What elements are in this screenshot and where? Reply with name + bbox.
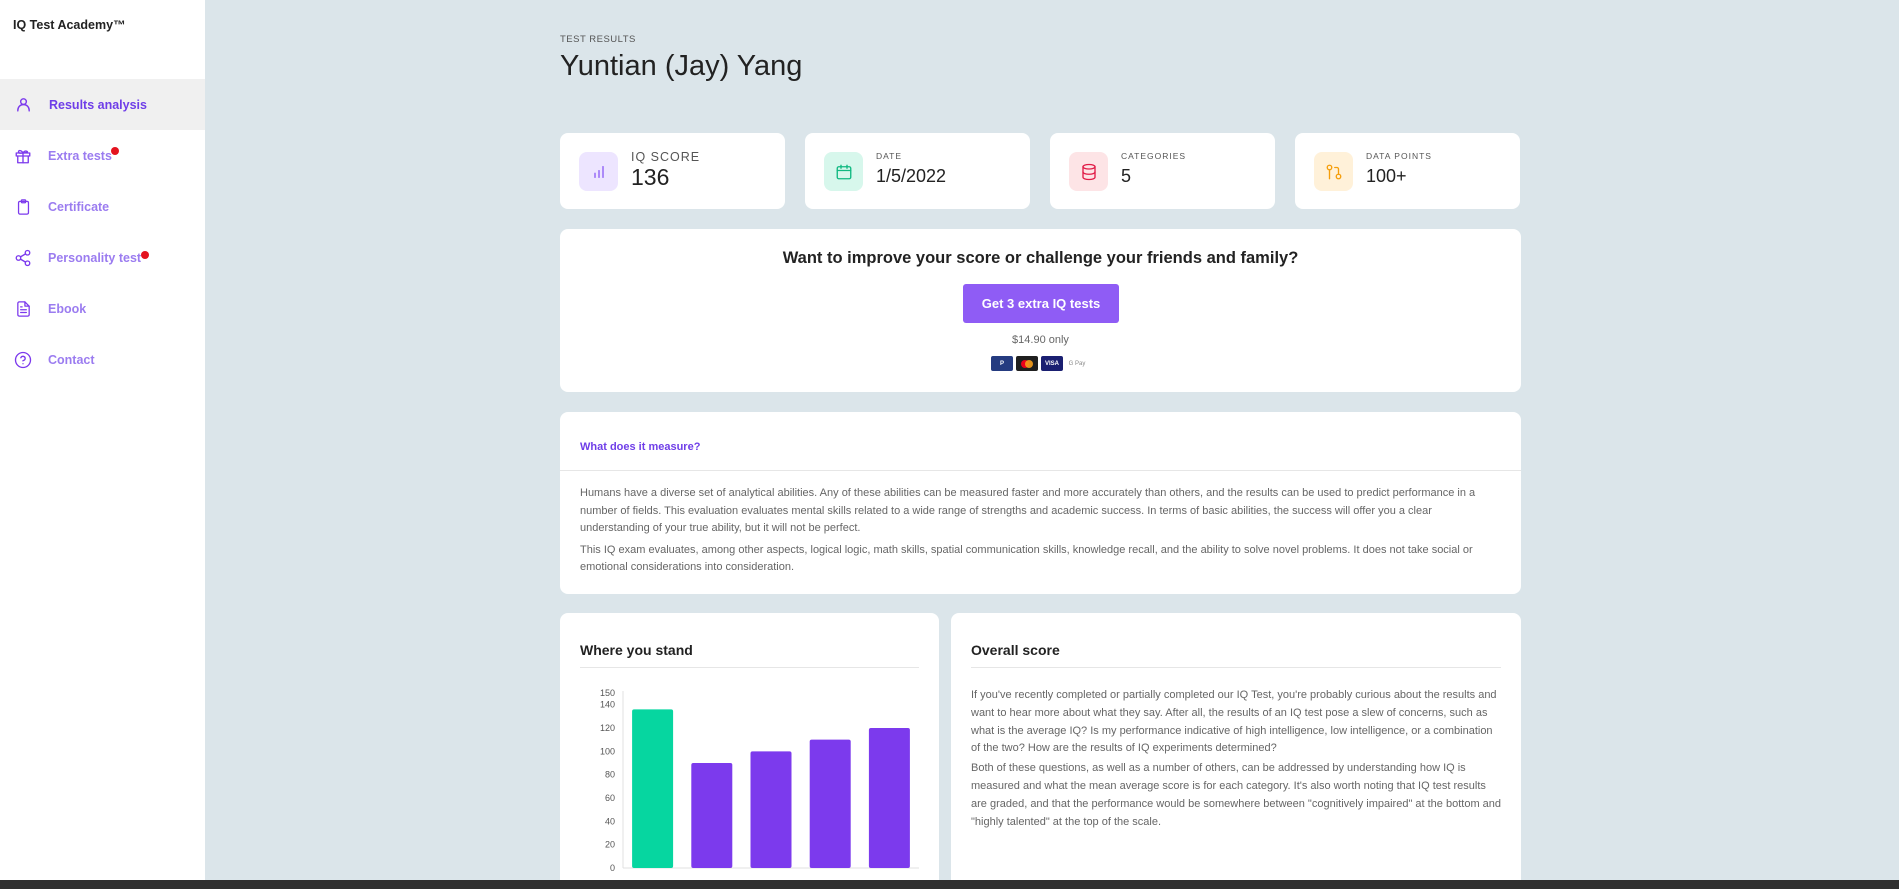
notification-dot bbox=[111, 147, 119, 155]
payment-methods: P VISA G Pay bbox=[991, 356, 1088, 371]
stat-value: 100+ bbox=[1366, 166, 1407, 186]
measure-body: Humans have a diverse set of analytical … bbox=[580, 485, 1501, 577]
paypal-icon: P bbox=[991, 356, 1013, 371]
app-brand: IQ Test Academy™ bbox=[13, 18, 126, 32]
divider bbox=[971, 667, 1501, 668]
stat-card-iq-score: IQ SCORE 136 bbox=[560, 133, 785, 209]
sidebar-item-certificate[interactable]: Certificate bbox=[0, 181, 205, 232]
section-title: Overall score bbox=[971, 642, 1060, 658]
user-icon bbox=[13, 95, 33, 115]
stat-label: IQ SCORE bbox=[631, 150, 701, 164]
sidebar-item-extra-tests[interactable]: Extra tests bbox=[0, 130, 205, 181]
help-circle-icon bbox=[13, 350, 33, 370]
where-you-stand-chart: 0 20 40 60 80 100 120 140 150 bbox=[600, 688, 919, 873]
y-tick-label: 120 bbox=[600, 723, 615, 733]
y-tick-label: 0 bbox=[610, 863, 615, 873]
measure-card: What does it measure? Humans have a dive… bbox=[560, 412, 1521, 594]
overall-paragraph: Both of these questions, as well as a nu… bbox=[971, 762, 1502, 828]
measure-title: What does it measure? bbox=[580, 441, 701, 453]
promo-card: Want to improve your score or challenge … bbox=[560, 229, 1521, 392]
promo-price: $14.90 only bbox=[1012, 334, 1069, 346]
git-pull-icon bbox=[1314, 152, 1353, 191]
y-tick-label: 80 bbox=[605, 770, 615, 780]
overall-paragraph: If you've recently completed or partiall… bbox=[971, 689, 1497, 755]
page-title: Yuntian (Jay) Yang bbox=[560, 50, 803, 82]
stat-label: DATA POINTS bbox=[1366, 151, 1432, 161]
sidebar-item-label: Ebook bbox=[48, 301, 87, 316]
share-icon bbox=[13, 248, 33, 268]
y-tick-label: 150 bbox=[600, 688, 615, 698]
stat-value: 5 bbox=[1121, 166, 1132, 186]
stat-value: 136 bbox=[631, 164, 670, 190]
y-tick-label: 100 bbox=[600, 746, 615, 756]
chart-bar bbox=[691, 763, 733, 868]
stat-label: DATE bbox=[876, 151, 903, 161]
stat-label: CATEGORIES bbox=[1121, 151, 1187, 161]
sidebar-item-results-analysis[interactable]: Results analysis bbox=[0, 79, 205, 130]
overall-body: If you've recently completed or partiall… bbox=[971, 687, 1501, 831]
sidebar-item-label: Results analysis bbox=[49, 97, 147, 112]
sidebar: IQ Test Academy™ Results analysis Extra … bbox=[0, 0, 205, 880]
sidebar-item-label: Personality test bbox=[48, 250, 142, 265]
sidebar-item-label: Extra tests bbox=[48, 148, 112, 163]
page-eyebrow: TEST RESULTS bbox=[560, 34, 636, 45]
calendar-icon bbox=[824, 152, 863, 191]
sidebar-item-personality-test[interactable]: Personality test bbox=[0, 232, 205, 283]
divider bbox=[560, 470, 1521, 471]
stat-card-categories: CATEGORIES 5 bbox=[1050, 133, 1275, 209]
bottom-bar bbox=[0, 880, 1899, 889]
database-icon bbox=[1069, 152, 1108, 191]
chart-bar bbox=[750, 751, 792, 868]
stat-value: 1/5/2022 bbox=[876, 166, 947, 186]
y-tick-label: 20 bbox=[605, 840, 615, 850]
stat-card-data-points: DATA POINTS 100+ bbox=[1295, 133, 1520, 209]
clipboard-icon bbox=[13, 197, 33, 217]
visa-icon: VISA bbox=[1041, 356, 1063, 371]
chart-bar bbox=[809, 739, 851, 868]
overall-score-card: Overall score If you've recently complet… bbox=[951, 613, 1521, 889]
measure-paragraph: This IQ exam evaluates, among other aspe… bbox=[580, 543, 1473, 574]
sidebar-item-label: Contact bbox=[48, 352, 95, 367]
google-pay-icon: G Pay bbox=[1066, 356, 1088, 371]
y-tick-label: 140 bbox=[600, 700, 615, 710]
get-extra-tests-button[interactable]: Get 3 extra IQ tests bbox=[963, 284, 1119, 323]
chart-bar bbox=[632, 709, 674, 868]
chart-bar bbox=[868, 728, 910, 868]
sidebar-item-label: Certificate bbox=[48, 199, 110, 214]
document-icon bbox=[13, 299, 33, 319]
bar-chart-icon bbox=[579, 152, 618, 191]
where-you-stand-card: Where you stand 0 20 40 60 80 100 120 140 150 bbox=[560, 613, 939, 889]
measure-paragraph: Humans have a diverse set of analytical … bbox=[580, 487, 1476, 534]
sidebar-nav: Results analysis Extra tests Certificate… bbox=[0, 79, 205, 385]
stat-card-date: DATE 1/5/2022 bbox=[805, 133, 1030, 209]
notification-dot bbox=[141, 251, 149, 259]
sidebar-item-ebook[interactable]: Ebook bbox=[0, 283, 205, 334]
y-tick-label: 40 bbox=[605, 816, 615, 826]
promo-title: Want to improve your score or challenge … bbox=[782, 249, 1299, 267]
mastercard-icon bbox=[1016, 356, 1038, 371]
gift-icon bbox=[13, 146, 33, 166]
y-tick-label: 60 bbox=[605, 793, 615, 803]
sidebar-item-contact[interactable]: Contact bbox=[0, 334, 205, 385]
